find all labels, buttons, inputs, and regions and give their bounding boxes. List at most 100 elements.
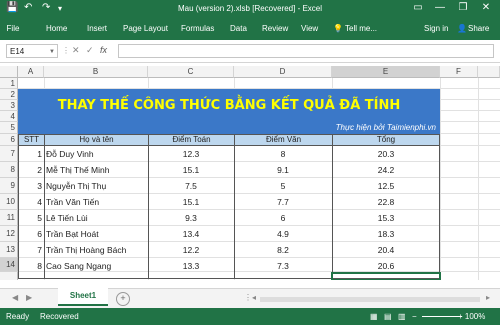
add-sheet-button[interactable]: +	[116, 292, 130, 306]
column-header-g[interactable]	[478, 66, 500, 78]
table-cell[interactable]: 20.3	[332, 148, 440, 160]
sheet-tab-sheet1[interactable]: Sheet1	[58, 288, 108, 306]
table-cell[interactable]: 6	[18, 228, 44, 240]
row-header[interactable]: 14	[0, 258, 18, 272]
select-all-corner[interactable]	[0, 66, 18, 78]
table-cell[interactable]: 4.9	[234, 228, 332, 240]
share-button[interactable]: Share	[468, 24, 489, 33]
table-cell[interactable]: 7.7	[234, 196, 332, 208]
scroll-left-icon[interactable]: ◂	[252, 293, 256, 302]
table-cell[interactable]: 13.4	[148, 228, 234, 240]
table-cell[interactable]: 20.6	[332, 260, 440, 272]
zoom-slider[interactable]	[422, 316, 462, 317]
horizontal-scrollbar[interactable]	[260, 297, 480, 302]
table-cell[interactable]: 2	[18, 164, 44, 176]
header-literature[interactable]: Điểm Văn	[234, 134, 333, 146]
selected-cell-e14[interactable]	[331, 272, 441, 280]
table-cell[interactable]: 7	[18, 244, 44, 256]
table-cell[interactable]: 8.2	[234, 244, 332, 256]
table-cell[interactable]: 15.3	[332, 212, 440, 224]
header-name[interactable]: Họ và tên	[44, 134, 149, 146]
restore-button[interactable]: ❐	[455, 1, 471, 15]
table-cell[interactable]: Lê Tiến Lùi	[46, 212, 148, 224]
ribbon-options-icon[interactable]: ▭	[410, 1, 426, 15]
row-header[interactable]: 1	[0, 78, 18, 89]
table-cell[interactable]: 9.1	[234, 164, 332, 176]
table-cell[interactable]: 15.1	[148, 164, 234, 176]
column-header-c[interactable]: C	[148, 66, 234, 78]
row-header[interactable]: 7	[0, 146, 18, 162]
header-math[interactable]: Điểm Toán	[148, 134, 235, 146]
chevron-down-icon[interactable]: ▼	[49, 45, 55, 59]
table-cell[interactable]: 1	[18, 148, 44, 160]
normal-view-icon[interactable]: ▦	[370, 312, 378, 321]
worksheet-grid[interactable]: A B C D E F 1 2 3 4 5 6 7 8 9 10 11 12 1…	[0, 66, 500, 280]
tab-view[interactable]: View	[301, 24, 318, 33]
row-header[interactable]: 5	[0, 122, 18, 134]
next-sheet-icon[interactable]: ▶	[26, 293, 32, 302]
table-cell[interactable]: 5	[234, 180, 332, 192]
table-cell[interactable]: 8	[234, 148, 332, 160]
row-header[interactable]: 3	[0, 100, 18, 111]
row-header[interactable]	[0, 272, 18, 280]
table-cell[interactable]: Cao Sang Ngang	[46, 260, 148, 272]
formula-input[interactable]	[118, 44, 494, 58]
table-cell[interactable]: 7.5	[148, 180, 234, 192]
tab-formulas[interactable]: Formulas	[181, 24, 214, 33]
row-header[interactable]: 10	[0, 194, 18, 210]
table-cell[interactable]: 3	[18, 180, 44, 192]
tab-insert[interactable]: Insert	[87, 24, 107, 33]
tab-page-layout[interactable]: Page Layout	[123, 24, 168, 33]
tab-home[interactable]: Home	[46, 24, 67, 33]
scroll-right-icon[interactable]: ▸	[486, 293, 490, 302]
tell-me-box[interactable]: Tell me...	[345, 24, 377, 33]
table-cell[interactable]: 24.2	[332, 164, 440, 176]
sign-in-link[interactable]: Sign in	[424, 24, 448, 33]
table-cell[interactable]: 12.3	[148, 148, 234, 160]
page-break-view-icon[interactable]: ▥	[398, 312, 406, 321]
column-header-f[interactable]: F	[440, 66, 478, 78]
table-cell[interactable]: 8	[18, 260, 44, 272]
table-cell[interactable]: Trần Bạt Hoát	[46, 228, 148, 240]
table-cell[interactable]: 12.2	[148, 244, 234, 256]
row-header[interactable]: 4	[0, 111, 18, 122]
minimize-button[interactable]: —	[432, 1, 448, 15]
table-cell[interactable]: 5	[18, 212, 44, 224]
zoom-out-icon[interactable]: −	[412, 312, 417, 321]
row-header[interactable]: 13	[0, 242, 18, 258]
name-box[interactable]: E14 ▼	[6, 44, 58, 58]
header-stt[interactable]: STT	[18, 134, 45, 146]
table-cell[interactable]: 18.3	[332, 228, 440, 240]
page-layout-view-icon[interactable]: ▤	[384, 312, 392, 321]
tab-data[interactable]: Data	[230, 24, 247, 33]
table-cell[interactable]: Nguyễn Thị Thụ	[46, 180, 148, 192]
row-header[interactable]: 12	[0, 226, 18, 242]
header-total[interactable]: Tổng	[332, 134, 440, 146]
table-cell[interactable]: 13.3	[148, 260, 234, 272]
tab-file[interactable]: File	[0, 18, 26, 40]
column-header-e[interactable]: E	[332, 66, 440, 78]
table-cell[interactable]: 7.3	[234, 260, 332, 272]
table-cell[interactable]: 22.8	[332, 196, 440, 208]
table-cell[interactable]: 12.5	[332, 180, 440, 192]
row-header[interactable]: 8	[0, 162, 18, 178]
table-cell[interactable]: 9.3	[148, 212, 234, 224]
previous-sheet-icon[interactable]: ◀	[12, 293, 18, 302]
function-icon[interactable]: fx	[100, 45, 107, 55]
table-cell[interactable]: 6	[234, 212, 332, 224]
table-cell[interactable]: Mễ Thị Thế Minh	[46, 164, 148, 176]
table-cell[interactable]: 15.1	[148, 196, 234, 208]
zoom-level[interactable]: + 100%	[458, 312, 485, 321]
row-header[interactable]: 2	[0, 89, 18, 100]
table-cell[interactable]: Trần Văn Tiến	[46, 196, 148, 208]
share-icon[interactable]: 👤	[457, 24, 467, 33]
table-cell[interactable]: Trần Thị Hoàng Bách	[46, 244, 148, 256]
row-header[interactable]: 9	[0, 178, 18, 194]
column-header-d[interactable]: D	[234, 66, 332, 78]
row-header[interactable]: 6	[0, 134, 18, 146]
close-button[interactable]: ✕	[478, 1, 494, 15]
enter-icon[interactable]: ✓	[86, 45, 94, 56]
tab-review[interactable]: Review	[262, 24, 288, 33]
table-cell[interactable]: Đỗ Duy Vinh	[46, 148, 148, 160]
row-header[interactable]: 11	[0, 210, 18, 226]
